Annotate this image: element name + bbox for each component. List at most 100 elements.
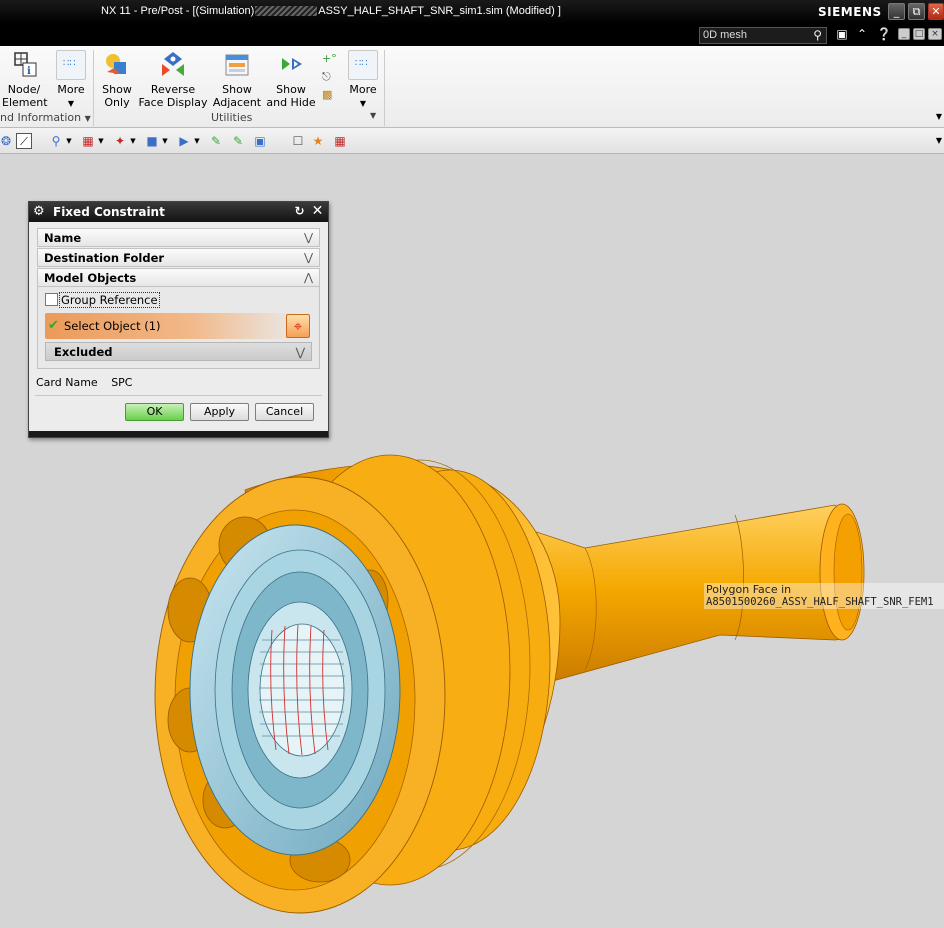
node-element-button[interactable]: i Node/ Element xyxy=(2,50,48,109)
more-grid-icon xyxy=(56,50,86,80)
more-utilities-label: More xyxy=(349,83,377,96)
chevron-down-icon: ▼ xyxy=(359,99,367,108)
ribbon-divider xyxy=(384,50,385,126)
card-name-row: Card Name SPC xyxy=(36,376,132,389)
chevron-down-icon[interactable]: ▼ xyxy=(157,133,173,149)
show-adjacent-icon xyxy=(225,54,249,76)
reverse-face-display-button[interactable]: Reverse Face Display xyxy=(138,50,208,109)
filter-icon[interactable]: ★ xyxy=(310,133,326,149)
window-title: NX 11 - Pre/Post - [(Simulation) ASSY_HAL… xyxy=(101,5,561,17)
more-utilities-button[interactable]: More ▼ xyxy=(346,50,380,110)
group-reference-label: Group Reference xyxy=(59,292,160,308)
section-destination-label: Destination Folder xyxy=(44,251,165,265)
view-toolbar: ❂ ⟋ ⚲ ▼ ▦ ▼ ✦ ▼ ■ ▼ ▶ ▼ ✎ ✎ ▣ ☐ ★ ▦ ▼ xyxy=(0,128,944,154)
edit-alt-icon[interactable]: ✎ xyxy=(230,133,246,149)
ribbon-divider xyxy=(93,50,94,126)
dialog-body: Name ⋁ Destination Folder ⋁ Model Object… xyxy=(37,228,320,369)
checkmark-icon: ✔ xyxy=(48,318,59,333)
tooltip-line1: Polygon Face in xyxy=(704,583,944,596)
table-icon[interactable]: ▦ xyxy=(332,133,348,149)
section-model-objects-label: Model Objects xyxy=(44,271,137,285)
show-only-button[interactable]: Show Only xyxy=(98,50,136,109)
apply-button[interactable]: Apply xyxy=(190,403,249,421)
cube-icon[interactable]: ▩ xyxy=(322,88,338,106)
title-bar: NX 11 - Pre/Post - [(Simulation) ASSY_HAL… xyxy=(0,0,944,24)
close-icon[interactable]: ✕ xyxy=(309,203,326,220)
chevron-down-icon[interactable]: ▼ xyxy=(936,112,942,121)
reverse-face-icon xyxy=(162,52,184,76)
chevron-down-icon[interactable]: ▼ xyxy=(189,133,205,149)
collapse-ribbon-icon[interactable]: ⌃ xyxy=(854,26,870,42)
chevron-up-icon: ⋀ xyxy=(303,271,313,284)
close-button[interactable]: ✕ xyxy=(928,3,944,20)
show-and-hide-icon xyxy=(282,58,302,70)
chevron-down-icon[interactable]: ▼ xyxy=(370,111,376,125)
redacted-text xyxy=(255,6,318,17)
node-element-label: Node/ Element xyxy=(2,83,48,109)
restore-button[interactable]: ⧉ xyxy=(908,3,925,20)
doc-minimize-icon[interactable]: _ xyxy=(898,28,910,40)
show-and-hide-label: Show and Hide xyxy=(266,83,316,109)
dialog-footer xyxy=(29,431,328,437)
node-element-icon: i xyxy=(14,52,37,77)
tooltip-line2: A8501500260_ASSY_HALF_SHAFT_SNR_FEM1 xyxy=(704,596,944,609)
window-icon[interactable]: ▣ xyxy=(252,133,268,149)
section-name[interactable]: Name ⋁ xyxy=(37,228,320,247)
gear-icon[interactable]: ⚙ xyxy=(33,204,45,219)
model-objects-content: Group Reference ✔ Select Object (1) ⌖ Ex… xyxy=(37,287,320,369)
excluded-section[interactable]: Excluded ⋁ xyxy=(45,342,312,361)
command-search-strip: 0D mesh ⚲ xyxy=(0,24,944,46)
more-information-button[interactable]: More ▼ xyxy=(54,50,88,110)
chevron-down-icon[interactable]: ▼ xyxy=(125,133,141,149)
line-icon[interactable]: ⟋ xyxy=(16,133,32,149)
section-model-objects[interactable]: Model Objects ⋀ xyxy=(37,268,320,287)
doc-close-icon[interactable]: × xyxy=(928,28,942,40)
crosshair-select-button[interactable]: ⌖ xyxy=(286,314,310,338)
group-information-text: nd Information xyxy=(0,111,82,124)
chevron-down-icon: ▼ xyxy=(84,114,91,123)
card-name-label: Card Name xyxy=(36,376,98,389)
search-value: 0D mesh xyxy=(703,29,748,41)
group-reference-checkbox[interactable] xyxy=(45,293,58,306)
tree-icon[interactable]: ⎋ xyxy=(322,70,338,88)
show-adjacent-label: Show Adjacent xyxy=(212,83,262,109)
reverse-face-label: Reverse Face Display xyxy=(138,83,208,109)
chevron-down-icon: ⋁ xyxy=(303,231,313,244)
select-object-label: Select Object (1) xyxy=(64,319,161,333)
chevron-down-icon: ⋁ xyxy=(303,251,313,264)
reset-icon[interactable]: ↻ xyxy=(291,203,308,220)
search-icon[interactable]: ⚲ xyxy=(813,28,822,42)
dialog-title: Fixed Constraint xyxy=(53,205,165,219)
chevron-down-icon: ⋁ xyxy=(295,345,305,359)
fit-view-icon[interactable]: ▣ xyxy=(834,26,850,42)
help-icon[interactable]: ❔ xyxy=(876,26,892,42)
chevron-down-icon[interactable]: ▼ xyxy=(936,136,942,145)
fixed-constraint-dialog: ⚙ Fixed Constraint ↻ ✕ Name ⋁ Destinatio… xyxy=(28,201,329,438)
group-information-label[interactable]: nd Information ▼ xyxy=(0,111,91,125)
chevron-down-icon[interactable]: ▼ xyxy=(61,133,77,149)
chevron-down-icon[interactable]: ▼ xyxy=(93,133,109,149)
svg-text:i: i xyxy=(27,66,31,77)
window-title-left: NX 11 - Pre/Post - [(Simulation) xyxy=(101,5,255,17)
edit-icon[interactable]: ✎ xyxy=(208,133,224,149)
show-and-hide-button[interactable]: Show and Hide xyxy=(266,50,316,109)
window-title-right: ASSY_HALF_SHAFT_SNR_sim1.sim (Modified) … xyxy=(318,5,561,17)
group-reference-checkbox-row[interactable]: Group Reference xyxy=(45,291,312,309)
brand-logo: SIEMENS xyxy=(818,5,882,19)
dialog-header: ⚙ Fixed Constraint ↻ ✕ xyxy=(29,202,328,222)
doc-restore-icon[interactable]: □ xyxy=(913,28,925,40)
dialog-divider xyxy=(35,395,322,396)
minimize-button[interactable]: _ xyxy=(888,3,905,20)
command-search-input[interactable]: 0D mesh ⚲ xyxy=(699,27,827,44)
selection-icon[interactable]: ☐ xyxy=(290,133,306,149)
selection-tooltip: Polygon Face in A8501500260_ASSY_HALF_SH… xyxy=(704,583,944,609)
add-icon[interactable]: +° xyxy=(322,52,338,70)
snap-icon[interactable]: ❂ xyxy=(0,133,14,149)
cancel-button[interactable]: Cancel xyxy=(255,403,314,421)
excluded-label: Excluded xyxy=(54,345,113,359)
ok-button[interactable]: OK xyxy=(125,403,184,421)
show-only-icon xyxy=(106,54,126,74)
section-destination-folder[interactable]: Destination Folder ⋁ xyxy=(37,248,320,267)
select-object-row[interactable]: ✔ Select Object (1) ⌖ xyxy=(45,313,312,339)
show-adjacent-button[interactable]: Show Adjacent xyxy=(210,50,264,109)
